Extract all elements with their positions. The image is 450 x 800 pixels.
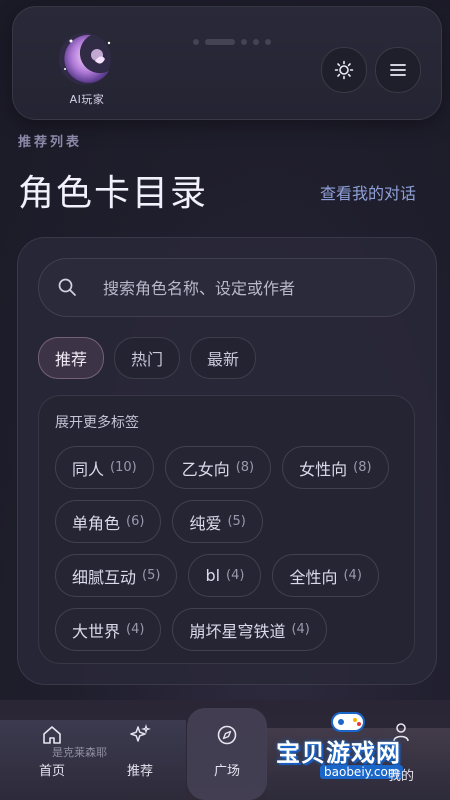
tag-label: 纯爱	[189, 513, 222, 533]
nav-recommend[interactable]: 推荐	[110, 723, 170, 779]
tag-label: 单角色	[72, 513, 121, 533]
tag-label: 大世界	[72, 621, 121, 641]
tag-chip[interactable]: 纯爱 (5)	[172, 500, 263, 543]
nav-mine-label[interactable]: 我的	[388, 765, 414, 784]
app-logo[interactable]: AI玩家	[51, 29, 123, 109]
tag-chip[interactable]: 同人 (10)	[55, 446, 154, 489]
tag-count: (4)	[226, 568, 245, 583]
tag-section: 展开更多标签 同人 (10) 乙女向 (8) 女性向 (8) 单角色 (6) 纯爱 (5)…	[38, 395, 415, 664]
tag-chip[interactable]: 全性向 (4)	[272, 554, 379, 597]
tag-label: 全性向	[289, 567, 338, 587]
logo-text: AI玩家	[69, 93, 105, 106]
view-my-chats-link[interactable]: 查看我的对话	[320, 180, 416, 204]
theme-toggle-button[interactable]	[321, 47, 367, 93]
gamepad-icon	[331, 712, 365, 732]
tag-label: bl	[205, 566, 221, 585]
search-bar[interactable]	[38, 258, 415, 318]
search-icon	[58, 278, 76, 296]
nav-home[interactable]: 首页	[22, 724, 82, 779]
tag-chip[interactable]: 乙女向 (8)	[164, 446, 272, 489]
tag-count: (5)	[142, 568, 161, 583]
compass-icon	[217, 725, 237, 745]
sparkle-icon	[130, 723, 152, 742]
home-icon	[43, 726, 61, 744]
tag-chip[interactable]: 崩坏星穹铁道 (4)	[172, 608, 327, 651]
tag-count: (4)	[343, 568, 362, 583]
tag-count: (5)	[227, 514, 246, 529]
tag-label: 崩坏星穹铁道	[189, 621, 286, 641]
nav-plaza[interactable]: 广场	[187, 708, 267, 800]
tag-count: (6)	[126, 514, 145, 529]
tab-latest[interactable]: 最新	[190, 337, 257, 379]
tag-chip[interactable]: 女性向 (8)	[282, 446, 389, 489]
app-header: AI玩家	[12, 6, 442, 120]
tag-count: (10)	[110, 460, 137, 475]
nav-label: 广场	[213, 764, 240, 779]
tag-count: (4)	[126, 622, 145, 637]
page-title: 角色卡目录	[18, 173, 209, 214]
watermark: 宝贝游戏网 baobeiy.com 我的	[268, 703, 450, 800]
tag-label: 同人	[72, 459, 105, 479]
tag-chip[interactable]: 单角色 (6)	[55, 500, 162, 543]
tab-recommended[interactable]: 推荐	[38, 337, 105, 379]
nav-label: 推荐	[126, 764, 153, 779]
tag-count: (8)	[235, 460, 255, 475]
sun-icon	[334, 60, 354, 80]
tag-chip[interactable]: 大世界 (4)	[55, 608, 162, 651]
expand-tags-toggle[interactable]: 展开更多标签	[55, 412, 139, 432]
tag-chip[interactable]: bl (4)	[188, 554, 262, 597]
tag-count: (4)	[291, 622, 310, 637]
tag-chip[interactable]: 细腻互动 (5)	[55, 554, 178, 597]
tag-label: 乙女向	[181, 459, 230, 479]
tag-count: (8)	[353, 460, 372, 475]
tag-label: 细腻互动	[72, 567, 137, 587]
filter-tabs: 推荐 热门 最新	[38, 337, 257, 379]
hamburger-icon	[390, 64, 406, 76]
nav-label: 首页	[38, 764, 65, 779]
watermark-title: 宝贝游戏网	[276, 739, 401, 767]
menu-button[interactable]	[375, 47, 421, 93]
search-input[interactable]	[101, 259, 405, 318]
header-indicator	[193, 39, 271, 45]
tag-label: 女性向	[299, 459, 348, 479]
tab-hot[interactable]: 热门	[114, 337, 181, 379]
moon-logo-icon	[59, 33, 111, 85]
section-kicker: 推荐列表	[18, 135, 83, 150]
